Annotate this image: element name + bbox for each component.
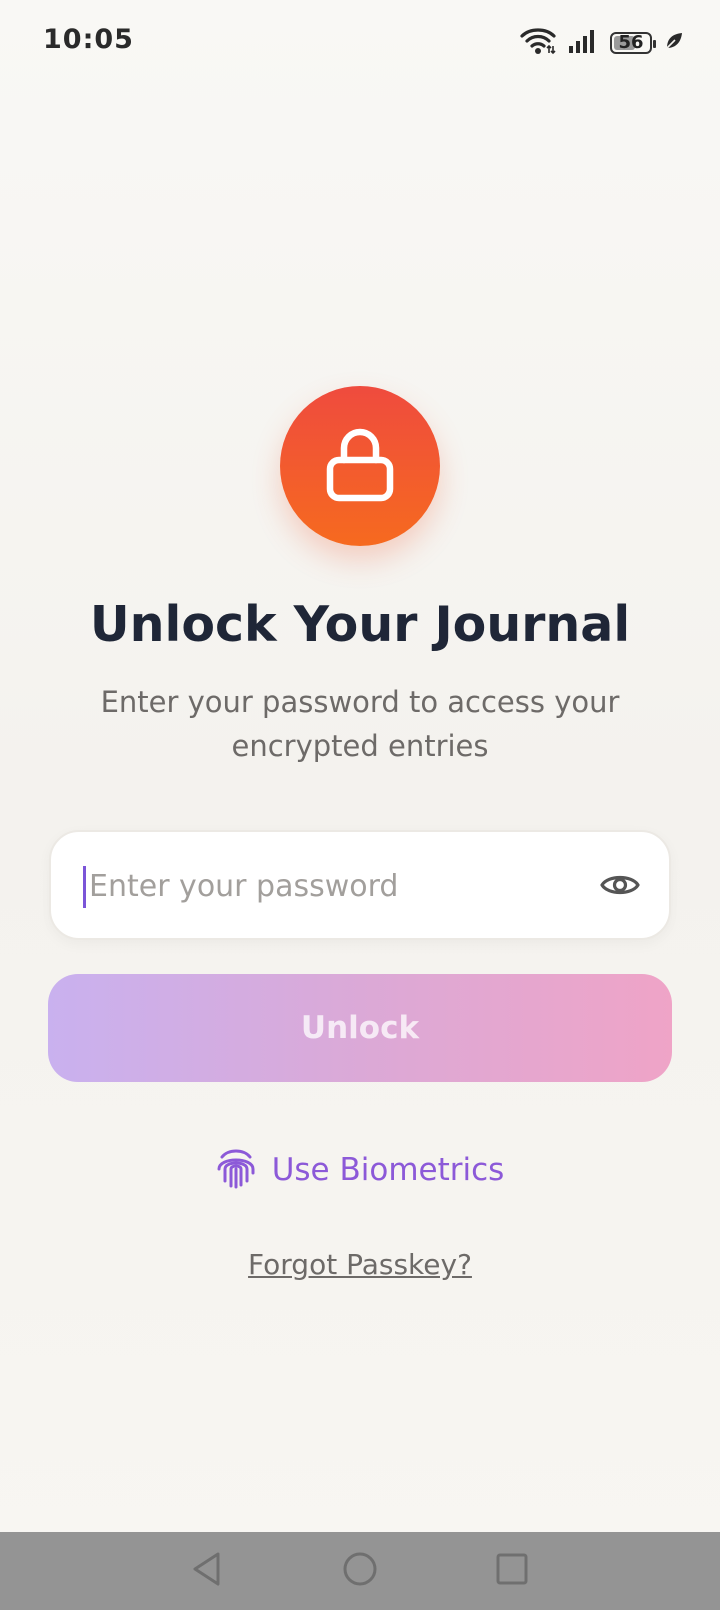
unlock-button[interactable]: Unlock [48,974,672,1082]
page-title: Unlock Your Journal [89,596,631,653]
home-icon [342,1551,378,1591]
password-input[interactable] [87,832,591,940]
wifi-icon [520,27,556,59]
unlock-button-label: Unlock [300,1010,420,1046]
battery-level: 56 [618,32,644,53]
use-biometrics-label: Use Biometrics [271,1152,505,1188]
forgot-passkey-link[interactable]: Forgot Passkey? [0,1248,720,1281]
status-icons: 56 [520,28,684,58]
signal-icon [568,28,598,58]
status-time: 10:05 [43,24,134,55]
eye-icon [600,871,640,903]
navigation-bar [0,1532,720,1610]
use-biometrics-button[interactable]: Use Biometrics [0,1146,720,1194]
back-icon [190,1551,224,1591]
nav-home-button[interactable] [337,1548,383,1594]
recents-icon [495,1552,529,1590]
fingerprint-icon [216,1147,256,1193]
lock-badge [280,386,440,546]
text-caret [83,866,86,908]
password-field[interactable] [49,830,671,940]
battery-icon: 56 [610,32,656,54]
nav-recents-button[interactable] [489,1548,535,1594]
status-bar: 10:05 56 [0,0,720,84]
lock-icon [324,424,396,508]
nav-back-button[interactable] [184,1548,230,1594]
show-password-toggle[interactable] [599,866,641,908]
leaf-icon [664,31,684,55]
page-subtitle: Enter your password to access your encry… [100,685,620,763]
